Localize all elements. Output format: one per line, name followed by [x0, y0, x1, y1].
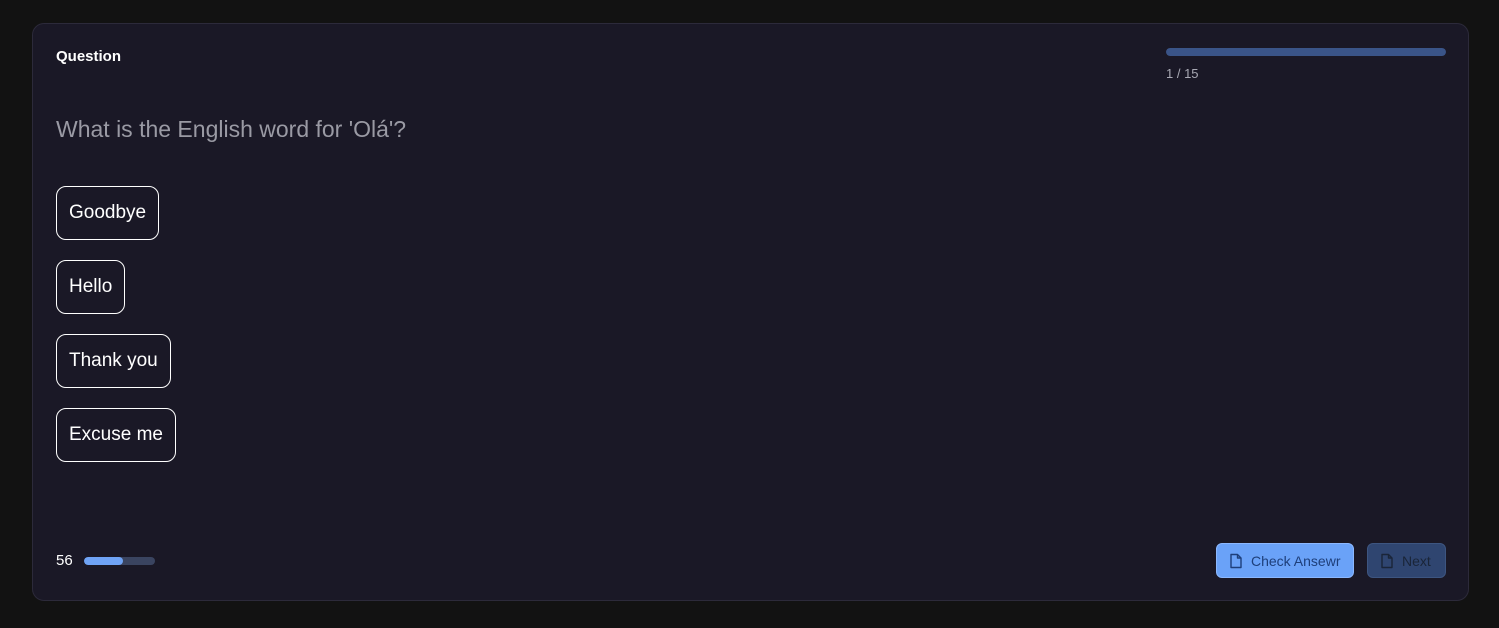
option-thank-you[interactable]: Thank you	[56, 334, 171, 388]
question-text: What is the English word for 'Olá'?	[56, 116, 407, 142]
next-button[interactable]: Next	[1367, 543, 1446, 578]
progress-bar-fill	[1166, 48, 1446, 56]
quiz-progress: 1 / 15	[1166, 48, 1446, 82]
option-excuse-me[interactable]: Excuse me	[56, 408, 176, 462]
score-area: 56	[56, 552, 155, 570]
next-label: Next	[1402, 552, 1431, 569]
document-icon	[1380, 553, 1394, 569]
check-answer-label: Check Ansewr	[1251, 552, 1341, 569]
progress-bar	[1166, 48, 1446, 56]
document-icon	[1229, 553, 1243, 569]
answer-options: Goodbye Hello Thank you Excuse me	[56, 186, 176, 462]
option-hello[interactable]: Hello	[56, 260, 126, 314]
score-bar	[83, 557, 155, 565]
section-label: Question	[56, 48, 122, 65]
progress-text: 1 / 15	[1166, 66, 1199, 81]
check-answer-button[interactable]: Check Ansewr	[1216, 543, 1354, 578]
score-bar-fill	[83, 557, 124, 565]
score-value: 56	[56, 552, 73, 569]
quiz-card: Question 1 / 15 What is the English word…	[32, 23, 1469, 601]
option-goodbye[interactable]: Goodbye	[56, 186, 160, 240]
